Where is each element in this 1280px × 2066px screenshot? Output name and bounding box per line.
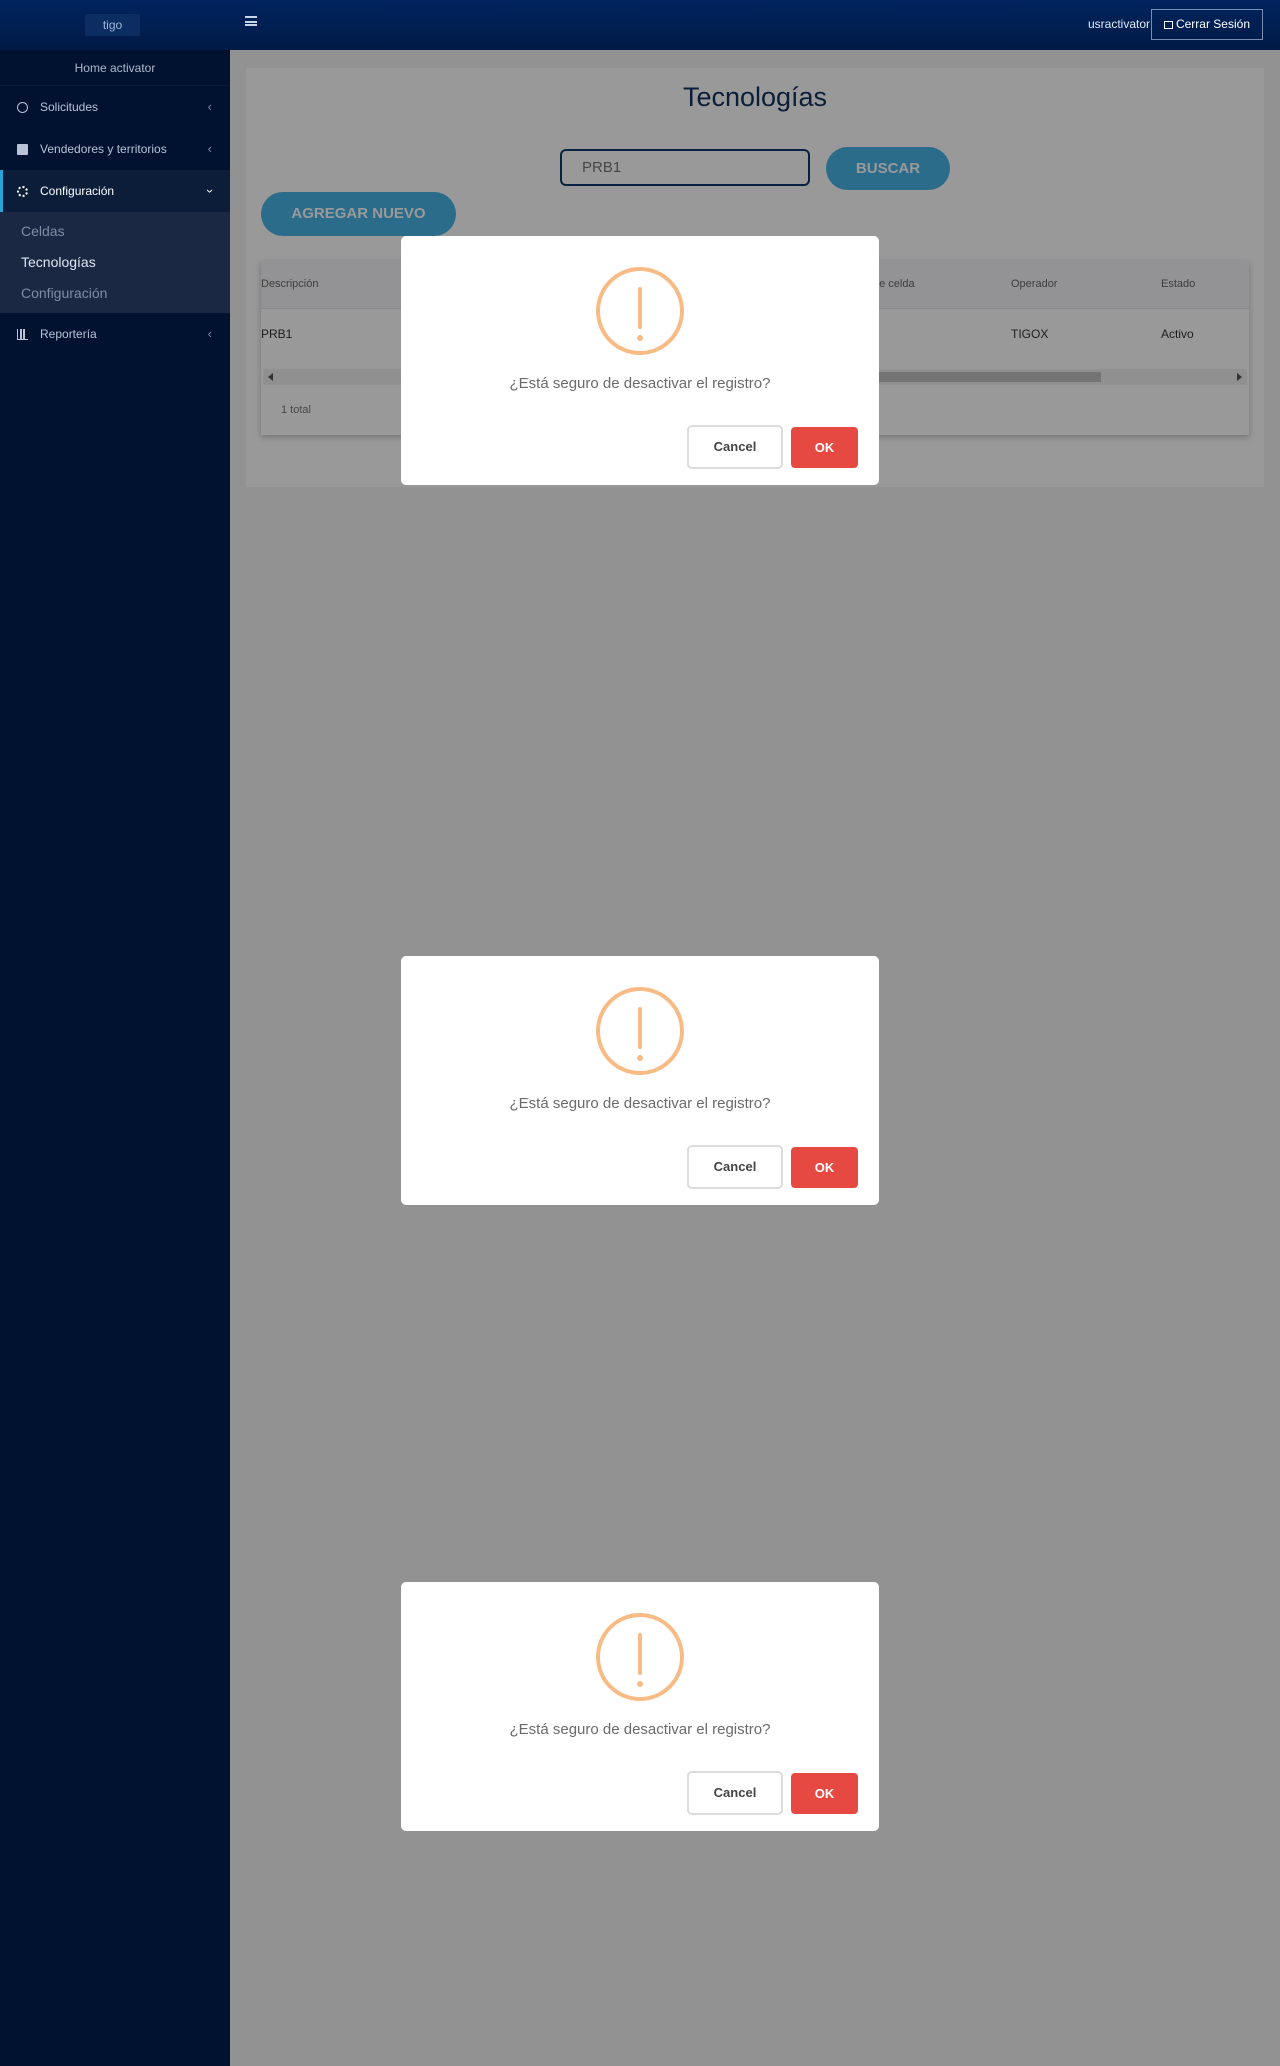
sidebar-item-reporteria[interactable]: Reportería ‹ — [0, 313, 230, 355]
warning-icon — [596, 267, 684, 355]
chevron-left-icon: ‹ — [207, 141, 212, 156]
contact-icon — [17, 144, 28, 155]
sidebar-title[interactable]: Home activator — [0, 50, 230, 86]
chevron-left-icon: ‹ — [207, 326, 212, 341]
submenu-item-tecnologias[interactable]: Tecnologías — [0, 247, 230, 278]
hamburger-menu-icon[interactable] — [245, 16, 257, 26]
ok-button[interactable]: OK — [791, 1773, 858, 1814]
circle-icon — [17, 102, 28, 113]
logout-button[interactable]: Cerrar Sesión — [1150, 9, 1263, 40]
confirm-dialog: ¿Está seguro de desactivar el registro? … — [401, 1582, 879, 1831]
sidebar: Home activator Solicitudes ‹ Vendedores … — [0, 50, 230, 2066]
gears-icon — [17, 186, 28, 197]
sign-out-icon — [1163, 21, 1173, 29]
logout-label: Cerrar Sesión — [1175, 17, 1250, 31]
bar-chart-icon — [17, 329, 28, 340]
sidebar-item-label: Reportería — [40, 327, 97, 341]
warning-icon — [596, 1613, 684, 1701]
tigo-logo[interactable]: tigo — [85, 14, 140, 36]
chevron-down-icon: › — [202, 188, 218, 194]
sidebar-item-label: Configuración — [40, 184, 115, 198]
warning-icon — [596, 987, 684, 1075]
configuracion-submenu: Celdas Tecnologías Configuración — [0, 212, 230, 313]
confirm-dialog: ¿Está seguro de desactivar el registro? … — [401, 956, 879, 1205]
submenu-item-celdas[interactable]: Celdas — [0, 216, 230, 247]
cancel-button[interactable]: Cancel — [687, 425, 783, 469]
dialog-message: ¿Está seguro de desactivar el registro? — [509, 375, 771, 392]
dialog-message: ¿Está seguro de desactivar el registro? — [509, 1721, 771, 1738]
submenu-item-configuracion[interactable]: Configuración — [0, 278, 230, 309]
sidebar-item-solicitudes[interactable]: Solicitudes ‹ — [0, 86, 230, 128]
top-bar: tigo usractivator Cerrar Sesión — [0, 0, 1280, 50]
sidebar-item-label: Solicitudes — [40, 100, 99, 114]
sidebar-item-label: Vendedores y territorios — [40, 142, 167, 156]
ok-button[interactable]: OK — [791, 427, 858, 468]
cancel-button[interactable]: Cancel — [687, 1145, 783, 1189]
confirm-dialog: ¿Está seguro de desactivar el registro? … — [401, 236, 879, 485]
username-label: usractivator — [1087, 17, 1150, 31]
cancel-button[interactable]: Cancel — [687, 1771, 783, 1815]
sidebar-item-vendedores[interactable]: Vendedores y territorios ‹ — [0, 128, 230, 170]
dialog-message: ¿Está seguro de desactivar el registro? — [509, 1095, 771, 1112]
ok-button[interactable]: OK — [791, 1147, 858, 1188]
sidebar-item-configuracion[interactable]: Configuración › — [0, 170, 230, 212]
chevron-left-icon: ‹ — [207, 99, 212, 114]
